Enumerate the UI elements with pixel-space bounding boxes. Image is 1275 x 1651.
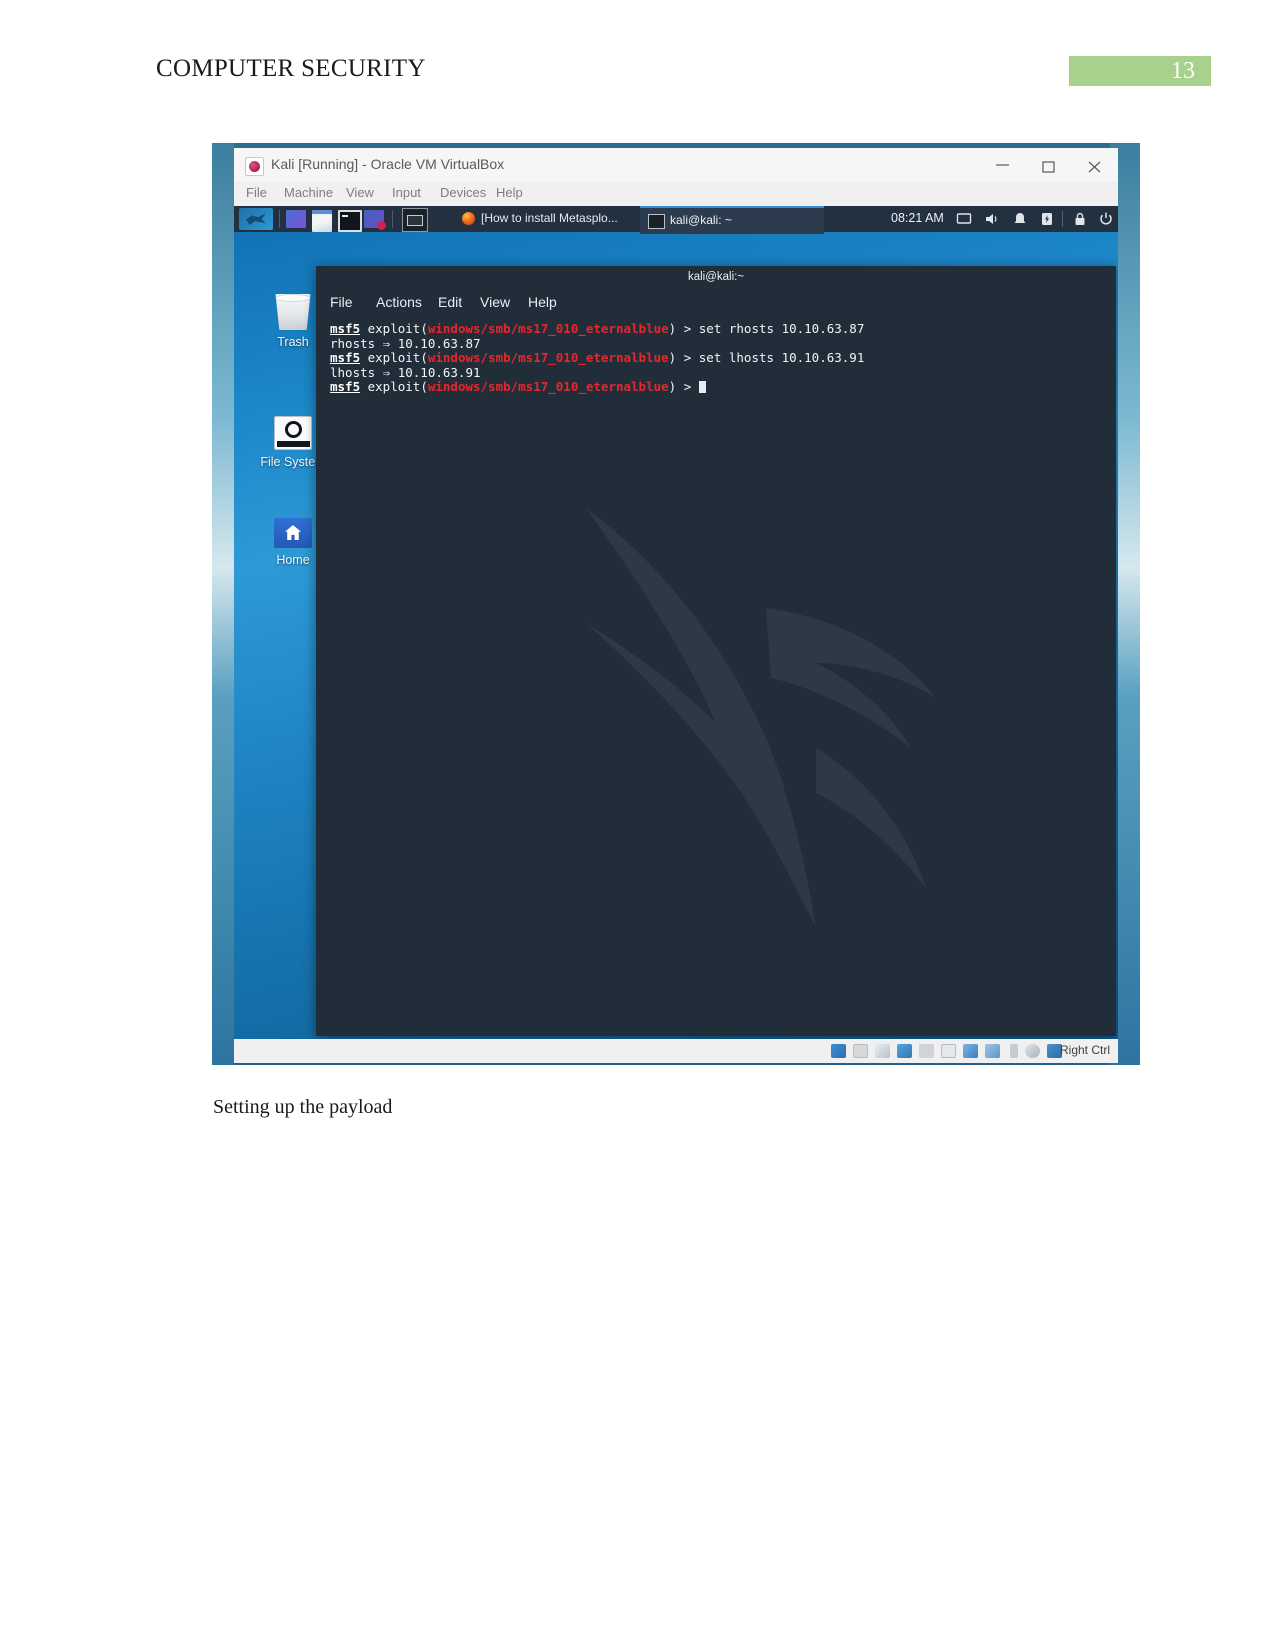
- status-network-icon[interactable]: [919, 1044, 934, 1058]
- kali-taskbar: [How to install Metasplo... kali@kali: ~…: [234, 206, 1118, 234]
- terminal-menu-view[interactable]: View: [480, 294, 510, 310]
- tray-separator: [1062, 211, 1063, 227]
- terminal-module-name: windows/smb/ms17_010_eternalblue: [427, 321, 669, 336]
- terminal-window: kali@kali:~ File Actions Edit View Help …: [316, 266, 1116, 1036]
- power-icon[interactable]: [1098, 211, 1114, 227]
- terminal-module-name: windows/smb/ms17_010_eternalblue: [427, 379, 669, 395]
- vbox-menu-view[interactable]: View: [346, 185, 374, 200]
- minimize-icon[interactable]: [980, 148, 1026, 182]
- terminal-titlebar[interactable]: kali@kali:~: [316, 266, 1116, 290]
- status-floppy-icon[interactable]: [875, 1044, 890, 1058]
- vbox-menu-file[interactable]: File: [246, 185, 267, 200]
- vbox-menu-help[interactable]: Help: [496, 185, 523, 200]
- page-number: 13: [1171, 58, 1195, 84]
- guest-screen: [How to install Metasplo... kali@kali: ~…: [234, 206, 1118, 1039]
- status-recording-icon[interactable]: [1010, 1044, 1018, 1058]
- vbox-menu-devices[interactable]: Devices: [440, 185, 486, 200]
- virtualbox-icon[interactable]: [364, 210, 386, 230]
- terminal-menu-actions[interactable]: Actions: [376, 294, 422, 310]
- status-display-icon[interactable]: [985, 1044, 1000, 1058]
- panel-separator: [279, 210, 280, 228]
- status-usb-icon[interactable]: [941, 1044, 956, 1058]
- status-hard-disk-icon[interactable]: [831, 1044, 846, 1058]
- terminal-menubar: File Actions Edit View Help: [316, 290, 1116, 318]
- firefox-icon: [462, 212, 475, 225]
- virtualbox-window: Kali [Running] - Oracle VM VirtualBox Fi…: [234, 148, 1118, 1063]
- panel-separator: [392, 210, 393, 228]
- terminal-prompt-line: msf5 exploit(windows/smb/ms17_010_eterna…: [330, 350, 865, 366]
- status-mouse-icon[interactable]: [1025, 1044, 1040, 1058]
- show-desktop-icon[interactable]: [402, 208, 428, 232]
- taskbar-item-terminal-label: kali@kali: ~: [670, 213, 732, 227]
- taskbar-item-terminal[interactable]: kali@kali: ~: [640, 206, 824, 234]
- figure-caption: Setting up the payload: [213, 1096, 393, 1118]
- terminal-command: set rhosts 10.10.63.87: [698, 321, 865, 336]
- lock-icon[interactable]: [1072, 211, 1088, 227]
- virtualbox-title: Kali [Running] - Oracle VM VirtualBox: [271, 156, 505, 172]
- volume-icon[interactable]: [984, 211, 1000, 227]
- terminal-prompt-tail: ) >: [668, 350, 699, 366]
- page-number-badge: 13: [1069, 56, 1211, 86]
- terminal-prompt-line: msf5 exploit(windows/smb/ms17_010_eterna…: [330, 321, 865, 337]
- terminal-prompt-name: msf5: [330, 350, 361, 366]
- file-manager-icon[interactable]: [312, 210, 332, 232]
- terminal-prompt-exploit: exploit(: [360, 321, 428, 336]
- terminal-menu-file[interactable]: File: [330, 294, 353, 310]
- virtualbox-menubar: File Machine View Input Devices Help: [234, 182, 1118, 206]
- applications-menu-icon[interactable]: [286, 210, 306, 228]
- terminal-prompt-name: msf5: [330, 321, 361, 336]
- terminal-icon: [648, 214, 665, 229]
- wallpaper-strip-left: [212, 143, 234, 1065]
- vbox-menu-input[interactable]: Input: [392, 185, 421, 200]
- status-optical-drive-icon[interactable]: [853, 1044, 868, 1058]
- notification-bell-icon[interactable]: [1012, 211, 1028, 227]
- terminal-icon[interactable]: [338, 210, 362, 232]
- status-audio-icon[interactable]: [897, 1044, 912, 1058]
- virtualbox-titlebar[interactable]: Kali [Running] - Oracle VM VirtualBox: [234, 148, 1118, 182]
- terminal-prompt-line: msf5 exploit(windows/smb/ms17_010_eterna…: [330, 380, 864, 395]
- virtualbox-icon: [245, 157, 264, 176]
- terminal-menu-help[interactable]: Help: [528, 294, 557, 310]
- terminal-prompt-exploit: exploit(: [360, 379, 428, 395]
- terminal-module-name: windows/smb/ms17_010_eternalblue: [427, 350, 669, 366]
- taskbar-item-firefox[interactable]: [How to install Metasplo...: [481, 211, 618, 225]
- terminal-title: kali@kali:~: [687, 271, 745, 283]
- maximize-icon[interactable]: [1026, 148, 1072, 182]
- vbox-menu-machine[interactable]: Machine: [284, 185, 333, 200]
- terminal-menu-edit[interactable]: Edit: [438, 294, 462, 310]
- terminal-prompt-tail: ) >: [668, 321, 699, 336]
- home-icon: [274, 518, 312, 548]
- display-icon[interactable]: [956, 211, 972, 227]
- document-header: COMPUTER SECURITY 13: [0, 0, 1275, 110]
- file-system-icon: [274, 416, 312, 450]
- terminal-output-line: rhosts ⇒ 10.10.63.87: [330, 335, 481, 351]
- terminal-output-line: lhosts ⇒ 10.10.63.91: [330, 364, 481, 380]
- terminal-command: set lhosts 10.10.63.91: [698, 350, 865, 366]
- screenshot-figure: Kali [Running] - Oracle VM VirtualBox Fi…: [212, 143, 1140, 1065]
- close-icon[interactable]: [1072, 148, 1118, 182]
- terminal-prompt-exploit: exploit(: [360, 350, 428, 366]
- kali-dragon-watermark-icon: [586, 508, 936, 928]
- terminal-output-area[interactable]: msf5 exploit(windows/smb/ms17_010_eterna…: [316, 318, 1116, 1036]
- clock[interactable]: 08:21 AM: [891, 211, 944, 225]
- battery-icon[interactable]: [1039, 211, 1055, 227]
- terminal-prompt-tail: ) >: [668, 379, 699, 395]
- status-host-key-label: Right Ctrl: [1059, 1043, 1110, 1057]
- status-shared-folders-icon[interactable]: [963, 1044, 978, 1058]
- kali-dragon-icon[interactable]: [239, 208, 273, 230]
- terminal-prompt-name: msf5: [330, 379, 361, 395]
- trash-icon: [275, 294, 311, 330]
- terminal-text: msf5 exploit(windows/smb/ms17_010_eterna…: [330, 321, 865, 395]
- page-title: COMPUTER SECURITY: [156, 55, 426, 82]
- virtualbox-statusbar: Right Ctrl: [234, 1039, 1118, 1063]
- terminal-cursor: [698, 381, 706, 394]
